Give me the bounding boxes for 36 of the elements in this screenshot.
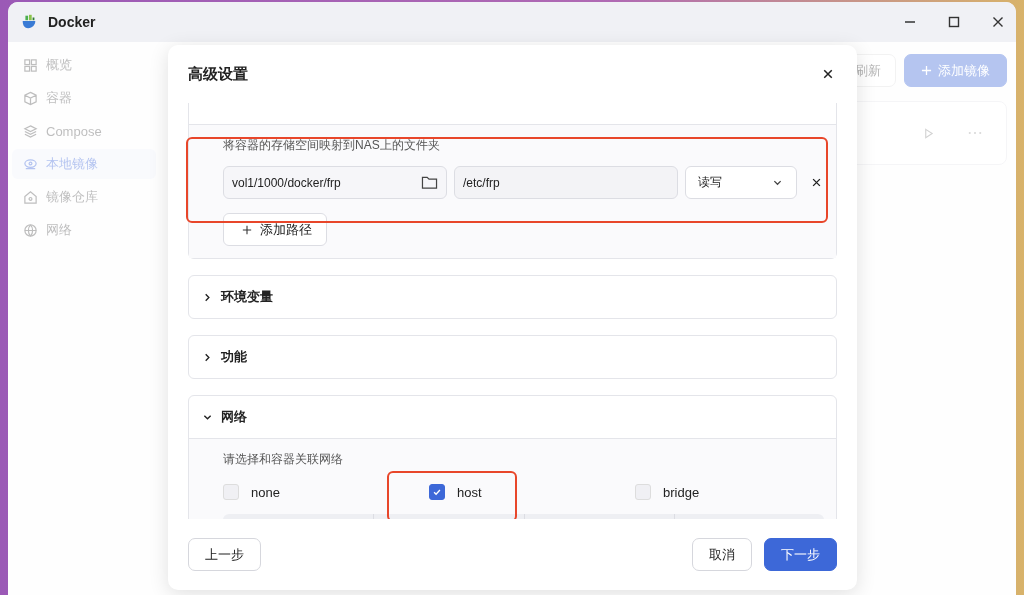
next-button[interactable]: 下一步 [764,538,837,571]
remove-icon[interactable] [812,178,821,187]
folder-icon[interactable] [421,175,438,190]
checkbox[interactable] [429,484,445,500]
layers-icon [23,123,38,139]
mode-dropdown[interactable]: 读写 [685,166,797,199]
window-title: Docker [48,14,96,30]
check-icon [432,487,442,497]
plus-icon [921,65,932,76]
grid-icon [23,57,38,73]
section-header[interactable]: 网络 [189,396,836,438]
chevron-right-icon [203,352,212,362]
cancel-button[interactable]: 取消 [692,538,752,571]
option-label: host [457,484,482,500]
disc-icon [23,156,38,172]
container-path-field[interactable]: /etc/frp [454,166,678,199]
section-header[interactable]: 功能 [189,336,836,378]
docker-logo-icon [20,13,38,31]
section-description: 将容器的存储空间映射到NAS上的文件夹 [223,137,441,154]
close-icon[interactable] [992,16,1004,28]
globe-icon [23,222,38,238]
section-header[interactable]: 环境变量 [189,276,836,318]
chevron-right-icon [203,292,212,302]
cube-icon [23,90,38,106]
option-label: none [251,484,280,500]
section-description: 请选择和容器关联网络 [223,451,344,468]
caret-icon [773,178,782,187]
house-icon [23,189,38,205]
maximize-icon[interactable] [948,16,960,28]
add-path-button[interactable]: 添加路径 [223,213,327,246]
host-path-field[interactable]: vol1/1000/docker/frp [223,166,447,199]
close-icon[interactable] [823,69,833,79]
back-button[interactable]: 上一步 [188,538,261,571]
plus-icon [242,224,252,235]
option-label: bridge [663,484,700,500]
dialog-title: 高级设置 [188,64,248,84]
